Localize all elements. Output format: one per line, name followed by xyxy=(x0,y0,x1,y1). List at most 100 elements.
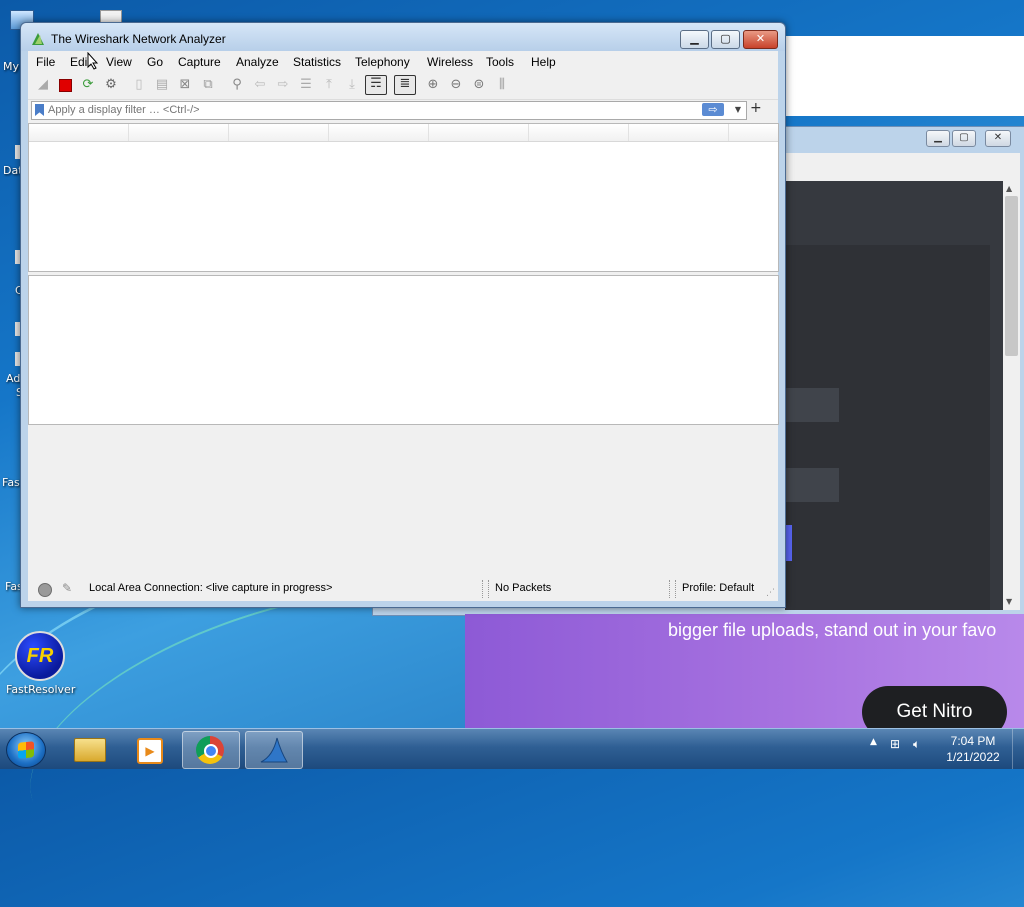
status-bar: ✎ Local Area Connection: <live capture i… xyxy=(28,580,778,601)
scrollbar-thumb[interactable] xyxy=(1005,196,1018,356)
column-header[interactable] xyxy=(629,124,729,141)
close-file-icon[interactable]: ⊠ xyxy=(177,77,193,93)
capture-options-icon[interactable]: ⚙ xyxy=(103,77,119,93)
menu-help[interactable]: Help xyxy=(531,55,556,69)
bookmark-icon[interactable] xyxy=(35,104,44,116)
show-desktop-button[interactable] xyxy=(1012,729,1024,769)
resize-columns-icon[interactable]: ⫼ xyxy=(494,77,510,93)
resize-grip-icon[interactable]: ⋰ xyxy=(766,588,775,598)
capture-comment-icon[interactable]: ✎ xyxy=(62,581,72,595)
main-toolbar: ◢ ⟳ ⚙ ▯ ▤ ⊠ ⧉ ⚲ ⇦ ⇨ ☰ ⤒ ⤓ ☴ ≣ ⊕ ⊖ ⊜ ⫼ xyxy=(28,72,778,100)
go-to-packet-icon[interactable]: ☰ xyxy=(298,77,314,93)
find-packet-icon[interactable]: ⚲ xyxy=(229,77,245,93)
background-input-field[interactable] xyxy=(785,388,839,422)
taskbar-media-player[interactable]: ▶ xyxy=(122,731,178,767)
last-packet-icon[interactable]: ⤓ xyxy=(344,77,360,93)
background-input-field[interactable] xyxy=(785,468,839,502)
status-divider xyxy=(675,580,676,598)
restart-capture-icon[interactable]: ⟳ xyxy=(80,77,96,93)
display-filter-input[interactable] xyxy=(48,103,678,117)
network-icon[interactable]: ⊞ xyxy=(890,737,900,751)
status-interface: Local Area Connection: <live capture in … xyxy=(89,582,333,594)
autoscroll-icon[interactable]: ☴ xyxy=(365,75,387,95)
menu-telephony[interactable]: Telephony xyxy=(355,55,410,69)
window-content: File Edit View Go Capture Analyze Statis… xyxy=(28,51,779,601)
apply-filter-button[interactable]: ⇨ xyxy=(702,103,724,116)
taskbar: ▶ ▲ ⊞ 🔈︎ 7:04 PM 1/21/2022 xyxy=(0,728,1024,769)
menu-capture[interactable]: Capture xyxy=(178,55,221,69)
chevron-down-icon[interactable]: ▼ xyxy=(732,103,744,117)
column-header[interactable] xyxy=(529,124,629,141)
nitro-banner-text: bigger file uploads, stand out in your f… xyxy=(668,620,997,640)
display-filter-bar: ⇨ ▼ xyxy=(31,101,747,120)
wireshark-icon xyxy=(260,737,288,763)
packet-details-pane[interactable] xyxy=(28,275,779,425)
save-file-icon[interactable]: ▤ xyxy=(154,77,170,93)
column-header[interactable] xyxy=(229,124,329,141)
minimize-button[interactable]: ▁ xyxy=(926,130,950,147)
show-hidden-icons-icon[interactable]: ▲ xyxy=(870,737,877,747)
clock-time: 7:04 PM xyxy=(950,734,996,748)
maximize-button[interactable]: ▢ xyxy=(952,130,976,147)
zoom-out-icon[interactable]: ⊖ xyxy=(448,77,464,93)
column-header[interactable] xyxy=(129,124,229,141)
go-back-icon[interactable]: ⇦ xyxy=(252,77,268,93)
reload-file-icon[interactable]: ⧉ xyxy=(200,77,216,93)
clock-date: 1/21/2022 xyxy=(946,750,1000,764)
close-button[interactable]: ✕ xyxy=(985,130,1011,147)
minimize-button[interactable]: ▁ xyxy=(680,30,709,49)
windows-logo-icon xyxy=(18,741,34,759)
folder-icon xyxy=(74,738,106,762)
menu-wireless[interactable]: Wireless xyxy=(427,55,473,69)
background-app-panel xyxy=(785,245,990,610)
zoom-in-icon[interactable]: ⊕ xyxy=(425,77,441,93)
background-window xyxy=(780,36,1024,116)
window-titlebar[interactable]: The Wireshark Network Analyzer ▁ ▢ ✕ xyxy=(21,23,785,51)
start-button[interactable] xyxy=(6,732,46,768)
menu-file[interactable]: File xyxy=(36,55,55,69)
background-submit-button[interactable] xyxy=(785,525,792,561)
close-button[interactable]: ✕ xyxy=(743,30,778,49)
maximize-button[interactable]: ▢ xyxy=(711,30,740,49)
fastresolver-icon[interactable]: FR xyxy=(15,631,65,681)
status-divider xyxy=(488,580,489,598)
taskbar-wireshark[interactable] xyxy=(245,731,303,769)
packet-list-pane[interactable] xyxy=(28,123,779,272)
background-app-titlebar: ▁ ▢ ✕ xyxy=(785,126,1024,152)
colorize-icon[interactable]: ≣ xyxy=(394,75,416,95)
first-packet-icon[interactable]: ⤒ xyxy=(321,77,337,93)
add-filter-button[interactable]: + xyxy=(750,100,762,116)
desktop-icon-label: My xyxy=(3,60,20,73)
start-capture-icon[interactable]: ◢ xyxy=(35,77,51,93)
go-forward-icon[interactable]: ⇨ xyxy=(275,77,291,93)
taskbar-explorer[interactable] xyxy=(62,731,118,767)
status-packets: No Packets xyxy=(495,582,552,594)
scroll-down-icon[interactable]: ▼ xyxy=(1006,597,1012,606)
menu-tools[interactable]: Tools xyxy=(486,55,514,69)
mouse-cursor-icon xyxy=(87,52,99,70)
normal-size-icon[interactable]: ⊜ xyxy=(471,77,487,93)
taskbar-chrome[interactable] xyxy=(182,731,240,769)
open-file-icon[interactable]: ▯ xyxy=(131,77,147,93)
system-clock[interactable]: 7:04 PM 1/21/2022 xyxy=(943,733,1003,765)
background-app-header xyxy=(785,153,1020,181)
menu-go[interactable]: Go xyxy=(147,55,163,69)
volume-icon[interactable]: 🔈︎ xyxy=(913,737,920,752)
chrome-icon xyxy=(196,736,224,764)
wireshark-icon xyxy=(32,33,44,45)
scroll-up-icon[interactable]: ▲ xyxy=(1006,184,1012,193)
packet-list-header xyxy=(29,124,778,142)
menu-statistics[interactable]: Statistics xyxy=(293,55,341,69)
column-header[interactable] xyxy=(29,124,129,141)
expert-info-icon[interactable] xyxy=(38,583,52,597)
column-header[interactable] xyxy=(429,124,529,141)
menu-view[interactable]: View xyxy=(106,55,132,69)
column-header[interactable] xyxy=(329,124,429,141)
status-divider xyxy=(669,580,670,598)
menu-bar: File Edit View Go Capture Analyze Statis… xyxy=(28,51,778,71)
status-profile[interactable]: Profile: Default xyxy=(682,582,754,594)
menu-analyze[interactable]: Analyze xyxy=(236,55,279,69)
wireshark-window: The Wireshark Network Analyzer ▁ ▢ ✕ Fil… xyxy=(20,22,786,608)
stop-capture-icon[interactable] xyxy=(57,77,73,93)
desktop-icon-label: Ad xyxy=(6,372,21,385)
